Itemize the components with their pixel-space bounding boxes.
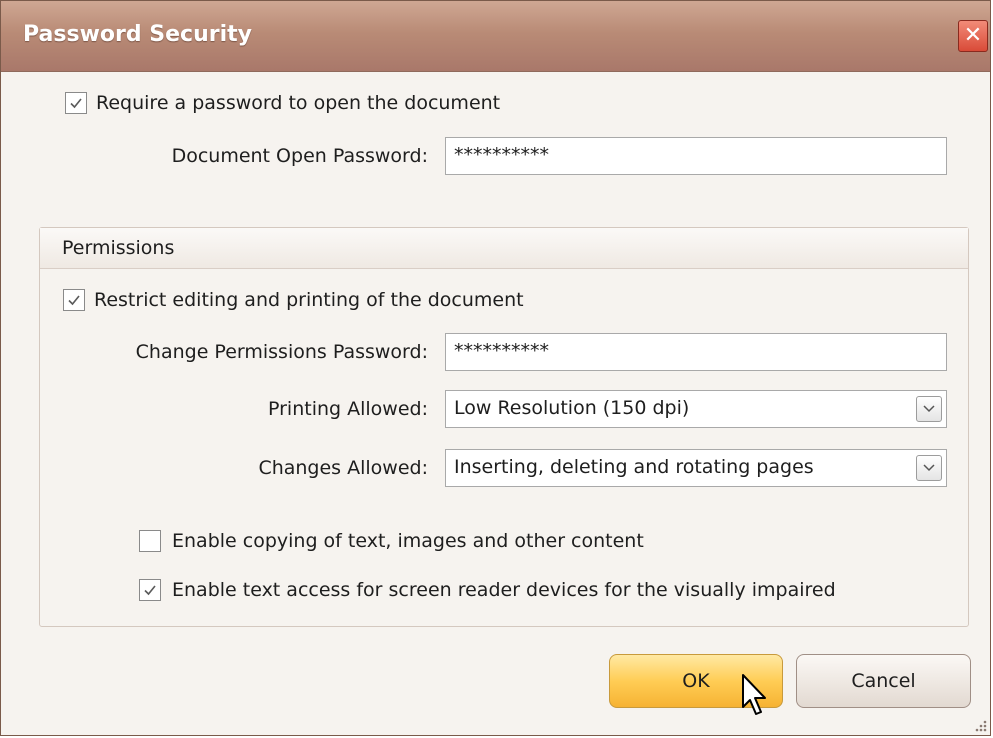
require-password-checkbox[interactable] [65,92,87,114]
resize-grip-icon[interactable] [973,718,987,732]
close-icon: ✕ [963,23,983,48]
restrict-editing-label[interactable]: Restrict editing and printing of the doc… [94,289,524,311]
enable-copying-checkbox[interactable] [139,530,161,552]
changes-allowed-select[interactable]: Inserting, deleting and rotating pages [445,449,947,487]
restrict-editing-checkbox[interactable] [63,289,85,311]
checkmark-icon [68,295,80,306]
changes-allowed-value: Inserting, deleting and rotating pages [454,456,814,478]
enable-copying-label[interactable]: Enable copying of text, images and other… [172,530,644,552]
document-open-password-value: ********** [454,144,549,166]
printing-allowed-select[interactable]: Low Resolution (150 dpi) [445,390,947,428]
dialog-title: Password Security [23,22,252,47]
mouse-pointer-icon [742,674,766,715]
changes-allowed-label: Changes Allowed: [258,457,428,479]
enable-screen-reader-checkbox[interactable] [139,579,161,601]
close-button[interactable]: ✕ [958,20,988,52]
permissions-group-header: Permissions [40,228,968,269]
change-permissions-password-label: Change Permissions Password: [135,341,428,363]
checkmark-icon [70,98,82,109]
printing-allowed-label: Printing Allowed: [268,398,428,420]
password-security-dialog: Password Security ✕ Require a password t… [0,0,991,736]
printing-allowed-dropdown-button[interactable] [916,396,942,422]
change-permissions-password-input[interactable]: ********** [445,333,947,371]
document-open-password-label: Document Open Password: [171,145,428,167]
printing-allowed-value: Low Resolution (150 dpi) [454,397,690,419]
document-open-password-input[interactable]: ********** [445,137,947,175]
chevron-down-icon [923,464,935,472]
dialog-titlebar[interactable]: Password Security ✕ [1,1,990,72]
permissions-group-title: Permissions [62,237,175,259]
change-permissions-password-value: ********** [454,340,549,362]
changes-allowed-dropdown-button[interactable] [916,455,942,481]
require-password-label[interactable]: Require a password to open the document [96,92,500,114]
checkmark-icon [144,585,156,596]
chevron-down-icon [923,405,935,413]
enable-screen-reader-label[interactable]: Enable text access for screen reader dev… [172,579,836,601]
cancel-button[interactable]: Cancel [796,654,971,708]
